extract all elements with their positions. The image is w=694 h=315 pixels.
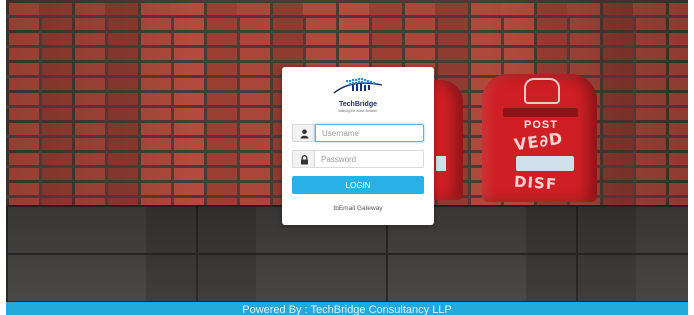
password-field (292, 150, 424, 168)
brand-tagline: Making the world Smarter (338, 109, 378, 113)
login-button[interactable]: LOGIN (292, 176, 424, 194)
postbox-left-plate (436, 156, 446, 171)
postbox-plate (516, 156, 574, 171)
brand-name: TechBridge (339, 101, 377, 108)
password-input[interactable] (315, 150, 424, 168)
footer-bar: Powered By : TechBridge Consultancy LLP (6, 302, 688, 315)
user-icon (300, 129, 309, 139)
password-addon (292, 150, 315, 168)
crown-emblem-icon (524, 78, 560, 104)
graffiti-bottom: DISF (513, 172, 558, 194)
login-page: POST VE∂D DISF TechBridge Making the wor… (6, 0, 688, 315)
postbox-slot (503, 108, 578, 117)
postbox-word: POST (524, 119, 558, 131)
footer-text: Powered By : TechBridge Consultancy LLP (242, 304, 452, 315)
username-field (292, 124, 424, 142)
username-addon (292, 124, 315, 142)
username-input[interactable] (315, 124, 424, 142)
lock-icon (301, 155, 308, 165)
gateway-label: tbEmail Gateway (333, 205, 383, 212)
login-card: TechBridge Making the world Smarter LOGI… (282, 67, 434, 225)
techbridge-logo-icon (333, 78, 383, 94)
